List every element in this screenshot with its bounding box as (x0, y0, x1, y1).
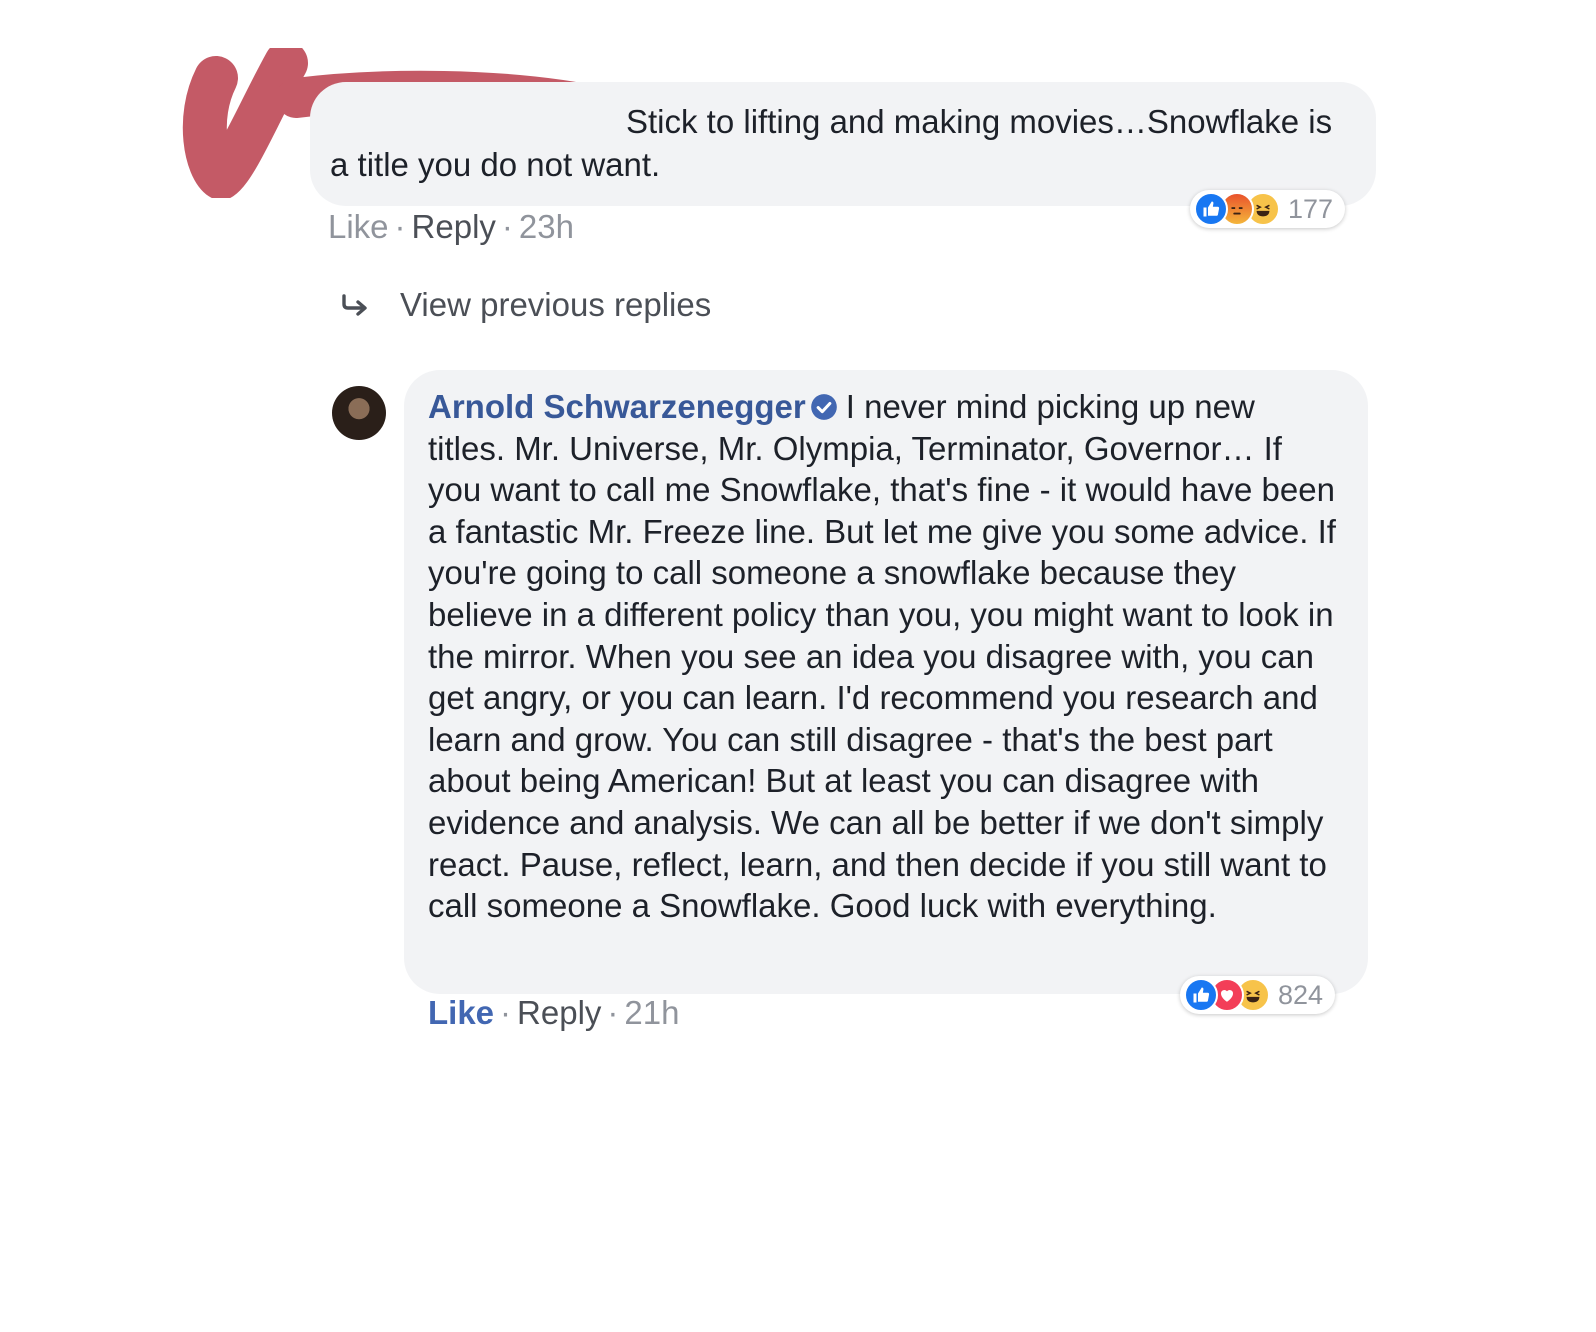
reply-reply-link[interactable]: Reply (517, 994, 601, 1031)
reply-timestamp[interactable]: 21h (624, 994, 679, 1031)
reply-reactions[interactable]: 824 (1180, 976, 1336, 1014)
author-name-link[interactable]: Arnold Schwarzenegger (428, 388, 806, 425)
reply-like-link[interactable]: Like (428, 994, 494, 1031)
reply-actions: Like · Reply · 21h (428, 994, 679, 1032)
like-icon (1184, 978, 1218, 1012)
comment-reply-link[interactable]: Reply (412, 208, 496, 245)
view-replies-label: View previous replies (400, 286, 712, 323)
separator: · (394, 208, 406, 245)
reply-arrow-icon (342, 294, 367, 316)
reaction-count: 824 (1278, 979, 1324, 1010)
reaction-count: 177 (1288, 193, 1334, 224)
separator: · (501, 208, 513, 245)
view-previous-replies-link[interactable]: View previous replies (340, 286, 711, 324)
separator: · (500, 994, 512, 1031)
like-icon (1194, 192, 1228, 226)
verified-badge-icon (810, 394, 837, 420)
comment-actions: Like · Reply · 23h (328, 208, 574, 246)
comment-bubble: Stick to lifting and making movies…Snowf… (310, 82, 1376, 206)
comment-text: Stick to lifting and making movies…Snowf… (330, 103, 1333, 183)
avatar[interactable] (332, 386, 386, 440)
comment-like-link[interactable]: Like (328, 208, 389, 245)
separator: · (607, 994, 619, 1031)
reply-text: I never mind picking up new titles. Mr. … (428, 388, 1336, 925)
comment-reactions[interactable]: 177 (1190, 190, 1346, 228)
comment-timestamp[interactable]: 23h (519, 208, 574, 245)
reply-bubble: Arnold Schwarzenegger I never mind picki… (404, 370, 1368, 994)
